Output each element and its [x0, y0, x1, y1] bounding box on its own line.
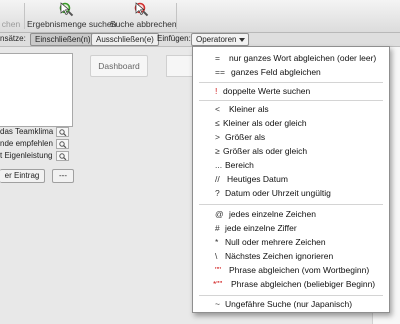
menu-item-invalid-date[interactable]: ? Datum oder Uhrzeit ungültig — [193, 187, 389, 200]
menu-item-label: Nächstes Zeichen ignorieren — [225, 251, 334, 261]
find-found-set-button[interactable]: Ergebnismenge suchen — [27, 2, 117, 29]
find-icon — [58, 2, 76, 18]
toolbar-divider — [24, 3, 25, 29]
menu-item-greater-than[interactable]: > Größer als — [193, 131, 389, 144]
operator-symbol: ~ — [215, 299, 220, 309]
menu-item-whole-word[interactable]: = nur ganzes Wort abgleichen (oder leer) — [193, 52, 389, 65]
cut-button[interactable]: chen — [0, 2, 22, 29]
menu-item-label: Größer als oder gleich — [223, 146, 308, 156]
field-row: das Teamklima — [0, 127, 80, 138]
menu-item-any-digit[interactable]: # jede einzelne Ziffer — [193, 222, 389, 235]
menu-item-less-equal[interactable]: ≤ Kleiner als oder gleich — [193, 117, 389, 130]
menu-item-label: nur ganzes Wort abgleichen (oder leer) — [229, 53, 377, 63]
menu-item-label: Heutiges Datum — [227, 174, 288, 184]
new-entry-button[interactable]: er Eintrag — [0, 169, 45, 183]
find-found-set-label: Ergebnismenge suchen — [27, 19, 117, 29]
operator-symbol: # — [215, 223, 220, 233]
field-row: t Eigenleistung — [0, 151, 80, 162]
menu-item-any-char[interactable]: @ jedes einzelne Zeichen — [193, 208, 389, 221]
menu-item-label: Kleiner als — [229, 104, 269, 114]
toolbar: chen Ergebnismenge suchen Suche abbreche… — [0, 0, 400, 33]
field-row: nde empfehlen — [0, 139, 80, 150]
operator-symbol: ≥ — [215, 146, 220, 156]
record-list[interactable] — [0, 53, 73, 127]
records-label: nsätze: — [0, 34, 26, 43]
menu-item-phrase-start[interactable]: "" Phrase abgleichen (vom Wortbeginn) — [193, 264, 389, 277]
menu-divider — [199, 204, 383, 205]
cut-label: chen — [1, 19, 21, 29]
menu-item-less-than[interactable]: < Kleiner als — [193, 103, 389, 116]
menu-item-whole-field[interactable]: == ganzes Feld abgleichen — [193, 66, 389, 79]
toolbar-divider — [176, 3, 177, 29]
menu-item-range[interactable]: ... Bereich — [193, 159, 389, 172]
operator-symbol: * — [215, 237, 219, 247]
operator-symbol: ... — [215, 160, 223, 170]
menu-divider — [199, 100, 383, 101]
operator-symbol: ≤ — [215, 118, 220, 128]
menu-item-zero-or-more[interactable]: * Null oder mehrere Zeichen — [193, 236, 389, 249]
tab-secondary[interactable] — [166, 55, 193, 77]
menu-item-label: Null oder mehrere Zeichen — [225, 237, 326, 247]
menu-item-label: doppelte Werte suchen — [223, 86, 311, 96]
operator-symbol: ! — [215, 86, 218, 96]
menu-item-phrase-anywhere[interactable]: *"" Phrase abgleichen (beliebiger Beginn… — [193, 278, 389, 291]
menu-item-fuzzy[interactable]: ~ Ungefähre Suche (nur Japanisch) — [193, 298, 389, 311]
left-panel: das Teamklima nde empfehlen t Eigenleist… — [0, 47, 80, 324]
menu-item-label: Kleiner als oder gleich — [223, 118, 307, 128]
find-options-bar: nsätze: Einschließen(n) Ausschließen(e) … — [0, 33, 400, 47]
more-button[interactable]: --- — [52, 169, 74, 183]
menu-item-greater-equal[interactable]: ≥ Größer als oder gleich — [193, 145, 389, 158]
field-label: nde empfehlen — [0, 139, 53, 148]
cut-icon — [2, 2, 20, 18]
menu-item-label: Datum oder Uhrzeit ungültig — [225, 188, 331, 198]
menu-divider — [199, 295, 383, 296]
operator-symbol: @ — [215, 209, 224, 219]
menu-item-label: jedes einzelne Zeichen — [229, 209, 316, 219]
operator-symbol: ? — [215, 188, 220, 198]
menu-item-label: Ungefähre Suche (nur Japanisch) — [225, 299, 353, 309]
field-label: t Eigenleistung — [0, 151, 53, 160]
menu-divider — [199, 82, 383, 83]
menu-item-label: Größer als — [225, 132, 266, 142]
include-button[interactable]: Einschließen(n) — [30, 33, 96, 46]
operator-symbol: < — [215, 104, 220, 114]
search-icon[interactable] — [56, 139, 69, 149]
search-icon[interactable] — [56, 127, 69, 137]
menu-item-label: Bereich — [225, 160, 254, 170]
operator-symbol: *"" — [213, 279, 223, 289]
operators-dropdown[interactable]: Operatoren — [191, 33, 250, 46]
operator-symbol: = — [215, 53, 220, 63]
menu-item-label: Phrase abgleichen (vom Wortbeginn) — [229, 265, 370, 275]
tab-dashboard[interactable]: Dashboard — [90, 55, 148, 77]
menu-item-label: Phrase abgleichen (beliebiger Beginn) — [231, 279, 376, 289]
exclude-button[interactable]: Ausschließen(e) — [91, 33, 159, 46]
operators-menu: = nur ganzes Wort abgleichen (oder leer)… — [192, 46, 390, 313]
operator-symbol: == — [215, 67, 225, 77]
menu-item-escape[interactable]: \ Nächstes Zeichen ignorieren — [193, 250, 389, 263]
menu-item-label: ganzes Feld abgleichen — [231, 67, 321, 77]
insert-label: Einfügen: — [157, 34, 191, 43]
operator-symbol: > — [215, 132, 220, 142]
cancel-find-label: Suche abbrechen — [110, 19, 177, 29]
cancel-find-button[interactable]: Suche abbrechen — [110, 2, 177, 29]
field-label: das Teamklima — [0, 127, 54, 136]
operator-symbol: "" — [215, 265, 222, 275]
menu-item-today[interactable]: // Heutiges Datum — [193, 173, 389, 186]
menu-item-label: jede einzelne Ziffer — [225, 223, 297, 233]
operator-symbol: \ — [215, 251, 218, 261]
menu-item-duplicates[interactable]: ! doppelte Werte suchen — [193, 85, 389, 98]
search-icon[interactable] — [56, 151, 69, 161]
cancel-find-icon — [132, 2, 150, 18]
operator-symbol: // — [215, 174, 220, 184]
